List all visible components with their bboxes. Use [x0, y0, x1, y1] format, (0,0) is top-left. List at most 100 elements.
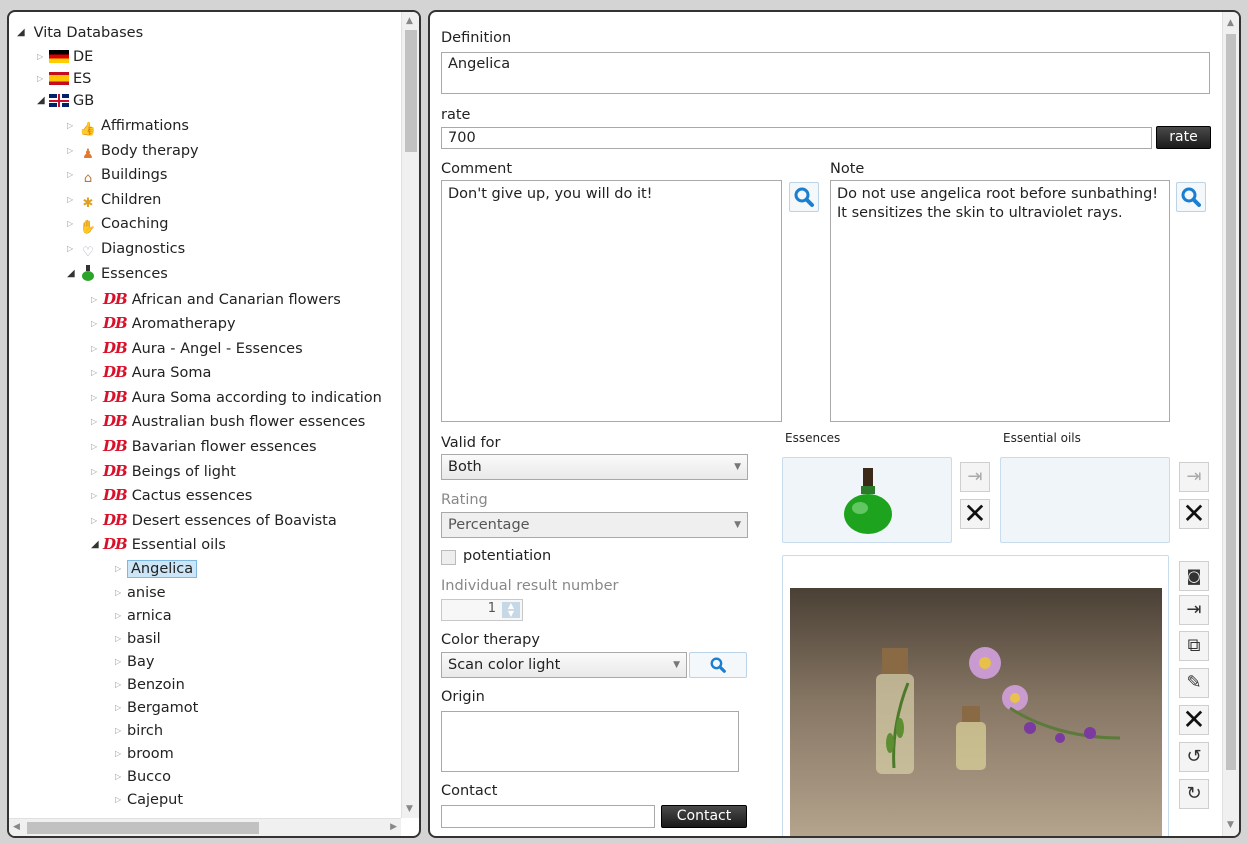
expand-arrow-icon[interactable]: ▷ — [91, 387, 103, 409]
scroll-up-icon[interactable]: ▲ — [406, 14, 413, 28]
comment-search-button[interactable] — [789, 182, 819, 212]
tree-node-db[interactable]: ▷ DB Beings of light — [91, 460, 236, 482]
edit-image-button[interactable]: ✎ — [1179, 668, 1209, 698]
scrollbar-thumb[interactable] — [1226, 34, 1236, 770]
import-image-button[interactable]: ⇥ — [1179, 595, 1209, 625]
scrollbar-thumb[interactable] — [27, 822, 259, 834]
expand-arrow-icon[interactable]: ▷ — [67, 140, 79, 162]
expand-arrow-icon[interactable]: ▷ — [91, 338, 103, 360]
scroll-left-icon[interactable]: ◀ — [13, 820, 20, 834]
tree-node-oil[interactable]: ▷ Cajeput — [115, 789, 183, 811]
tree-node-body-therapy[interactable]: ▷ ♟ Body therapy — [67, 140, 199, 162]
tree-node-buildings[interactable]: ▷ ⌂ Buildings — [67, 164, 167, 186]
camera-button[interactable]: ◙ — [1179, 561, 1209, 591]
scroll-down-icon[interactable]: ▼ — [406, 802, 413, 816]
scrollbar-thumb[interactable] — [405, 30, 417, 152]
expand-arrow-icon[interactable]: ▷ — [67, 115, 79, 137]
tree-node-gb[interactable]: ◢ GB — [37, 90, 94, 112]
tree-node-db[interactable]: ▷ DB Australian bush flower essences — [91, 410, 365, 432]
tree-vertical-scrollbar[interactable]: ▲ ▼ — [401, 12, 419, 818]
tree-node-essences[interactable]: ◢ Essences — [67, 263, 168, 285]
tree-node-db[interactable]: ▷ DB Cactus essences — [91, 484, 252, 506]
expand-arrow-icon[interactable]: ▷ — [115, 766, 127, 788]
remove-essence-button[interactable]: ✕ — [960, 499, 990, 529]
expand-arrow-icon[interactable]: ▷ — [91, 411, 103, 433]
tree-node-db-essential-oils[interactable]: ◢ DB Essential oils — [91, 533, 226, 555]
tree-node-db[interactable]: ▷ DB Aromatherapy — [91, 312, 236, 334]
expand-arrow-icon[interactable]: ▷ — [91, 461, 103, 483]
expand-arrow-icon[interactable]: ▷ — [115, 697, 127, 719]
tree-node-oil[interactable]: ▷ basil — [115, 628, 161, 650]
rating-select[interactable]: Percentage ▼ — [441, 512, 748, 538]
contact-field[interactable] — [441, 805, 655, 828]
tree-node-db[interactable]: ▷ DB African and Canarian flowers — [91, 288, 341, 310]
paste-image-button[interactable]: ⧉ — [1179, 631, 1209, 661]
contact-button[interactable]: Contact — [661, 805, 747, 828]
tree-node-affirmations[interactable]: ▷ 👍 Affirmations — [67, 115, 189, 137]
expand-arrow-icon[interactable]: ▷ — [37, 46, 49, 68]
collapse-arrow-icon[interactable]: ◢ — [17, 22, 29, 44]
delete-image-button[interactable]: ✕ — [1179, 705, 1209, 735]
expand-arrow-icon[interactable]: ▷ — [91, 313, 103, 335]
remove-oil-button[interactable]: ✕ — [1179, 499, 1209, 529]
scroll-down-icon[interactable]: ▼ — [1227, 818, 1234, 832]
detail-vertical-scrollbar[interactable]: ▲ ▼ — [1222, 12, 1239, 836]
expand-arrow-icon[interactable]: ▷ — [91, 485, 103, 507]
expand-arrow-icon[interactable]: ▷ — [115, 651, 127, 673]
tree-node-oil[interactable]: ▷ Bay — [115, 651, 154, 673]
expand-arrow-icon[interactable]: ▷ — [67, 238, 79, 260]
expand-arrow-icon[interactable]: ▷ — [67, 189, 79, 211]
tree-node-oil[interactable]: ▷ arnica — [115, 605, 172, 627]
expand-arrow-icon[interactable]: ▷ — [67, 164, 79, 186]
tree-node-oil[interactable]: ▷ Bergamot — [115, 697, 198, 719]
tree-node-es[interactable]: ▷ ES — [37, 68, 91, 90]
valid-for-select[interactable]: Both ▼ — [441, 454, 748, 480]
rotate-right-button[interactable]: ↻ — [1179, 779, 1209, 809]
expand-arrow-icon[interactable]: ▷ — [91, 289, 103, 311]
tree-node-diagnostics[interactable]: ▷ ♡ Diagnostics — [67, 238, 185, 260]
stepper-arrows-icon[interactable]: ▲ ▼ — [502, 602, 520, 618]
expand-arrow-icon[interactable]: ▷ — [37, 68, 49, 90]
expand-arrow-icon[interactable]: ▷ — [115, 605, 127, 627]
import-oil-button[interactable]: ⇥ — [1179, 462, 1209, 492]
tree-horizontal-scrollbar[interactable]: ◀ ▶ — [9, 818, 401, 836]
expand-arrow-icon[interactable]: ▷ — [115, 628, 127, 650]
expand-arrow-icon[interactable]: ▷ — [67, 213, 79, 235]
expand-arrow-icon[interactable]: ▷ — [115, 582, 127, 604]
origin-field[interactable] — [441, 711, 739, 772]
tree-node-oil-selected[interactable]: ▷ Angelica — [115, 558, 198, 580]
tree-node-children[interactable]: ▷ ✱ Children — [67, 189, 161, 211]
collapse-arrow-icon[interactable]: ◢ — [91, 534, 103, 556]
expand-arrow-icon[interactable]: ▷ — [115, 789, 127, 811]
scroll-up-icon[interactable]: ▲ — [1227, 16, 1234, 30]
potentiation-checkbox[interactable] — [441, 550, 456, 565]
individual-result-stepper[interactable]: 1 ▲ ▼ — [441, 599, 523, 621]
tree-node-oil[interactable]: ▷ anise — [115, 582, 166, 604]
import-essence-button[interactable]: ⇥ — [960, 462, 990, 492]
tree-node-oil[interactable]: ▷ birch — [115, 720, 163, 742]
essential-oils-tile[interactable] — [1000, 457, 1170, 543]
color-therapy-select[interactable]: Scan color light ▼ — [441, 652, 687, 678]
tree-node-db[interactable]: ▷ DB Aura - Angel - Essences — [91, 337, 303, 359]
note-field[interactable]: Do not use angelica root before sunbathi… — [830, 180, 1170, 422]
scroll-right-icon[interactable]: ▶ — [390, 820, 397, 834]
tree-node-coaching[interactable]: ▷ ✋ Coaching — [67, 213, 168, 235]
collapse-arrow-icon[interactable]: ◢ — [67, 263, 79, 285]
expand-arrow-icon[interactable]: ▷ — [115, 720, 127, 742]
tree-node-db[interactable]: ▷ DB Aura Soma according to indication — [91, 386, 382, 408]
rate-field[interactable]: 700 — [441, 127, 1152, 149]
tree-node-db[interactable]: ▷ DB Bavarian flower essences — [91, 435, 317, 457]
tree-node-root[interactable]: ◢ Vita Databases — [17, 22, 143, 44]
definition-field[interactable]: Angelica — [441, 52, 1210, 94]
tree-node-de[interactable]: ▷ DE — [37, 46, 93, 68]
note-search-button[interactable] — [1176, 182, 1206, 212]
rate-button[interactable]: rate — [1156, 126, 1211, 149]
tree-node-oil[interactable]: ▷ Benzoin — [115, 674, 185, 696]
expand-arrow-icon[interactable]: ▷ — [91, 362, 103, 384]
essences-tile[interactable] — [782, 457, 952, 543]
tree-node-db[interactable]: ▷ DB Aura Soma — [91, 361, 211, 383]
expand-arrow-icon[interactable]: ▷ — [115, 674, 127, 696]
expand-arrow-icon[interactable]: ▷ — [91, 510, 103, 532]
color-therapy-search-button[interactable] — [689, 652, 747, 678]
rotate-left-button[interactable]: ↺ — [1179, 742, 1209, 772]
